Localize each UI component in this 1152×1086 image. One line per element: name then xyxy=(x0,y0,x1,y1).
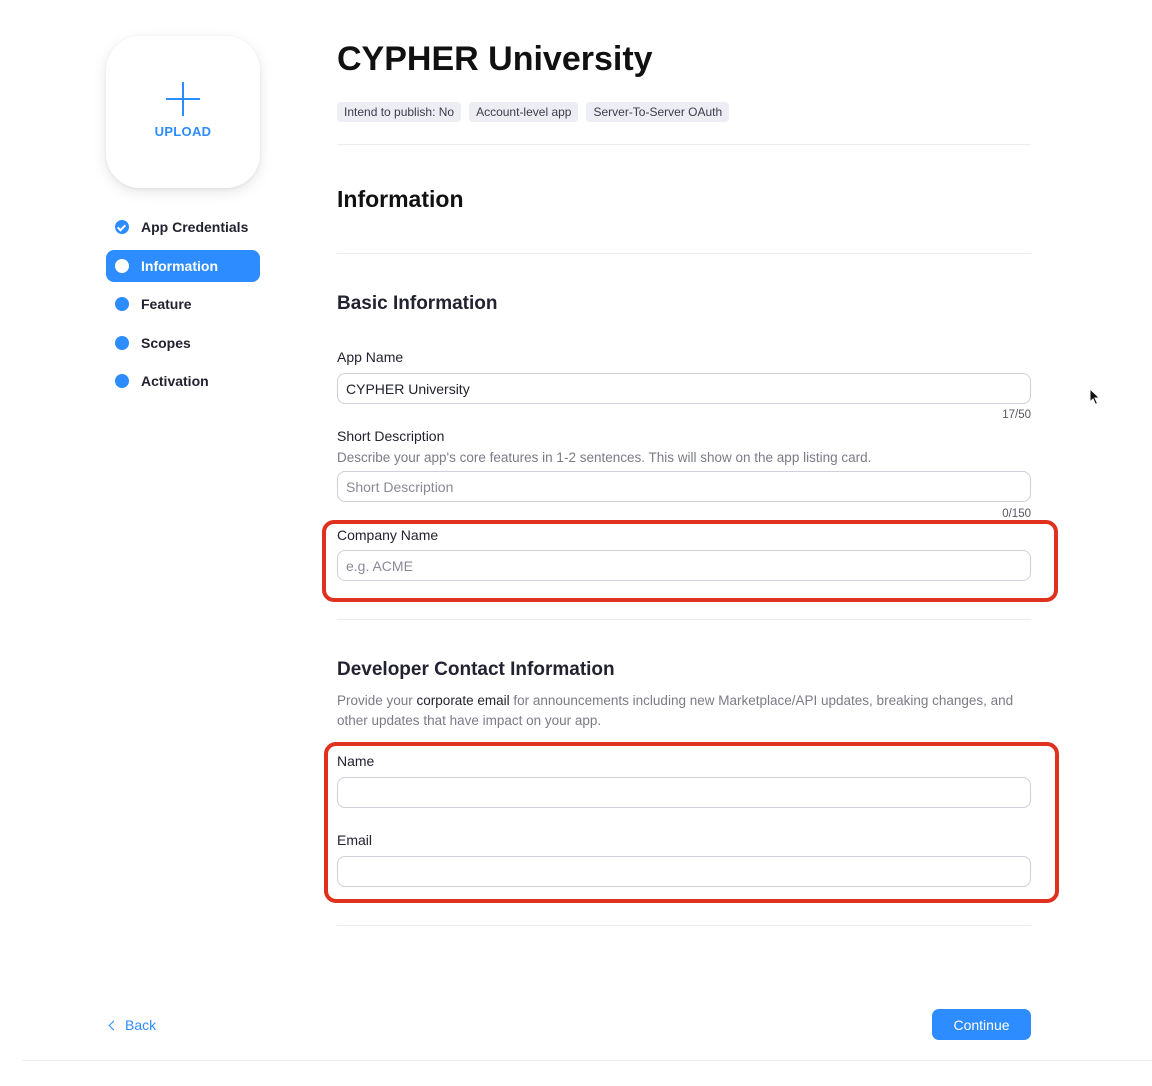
dot-icon xyxy=(115,335,129,350)
divider xyxy=(337,925,1031,926)
developer-contact-hint: Provide your corporate email for announc… xyxy=(337,691,1031,730)
highlight-company-name xyxy=(322,520,1058,602)
nav-item-label: Feature xyxy=(141,296,192,312)
app-name-label: App Name xyxy=(337,349,404,365)
back-button[interactable]: Back xyxy=(107,1017,156,1033)
tag-auth-type: Server-To-Server OAuth xyxy=(586,102,730,122)
dot-icon xyxy=(115,258,129,273)
dot-icon xyxy=(115,297,129,311)
upload-label: UPLOAD xyxy=(154,123,212,139)
page-title: CYPHER University xyxy=(337,40,653,78)
hint-emphasis: corporate email xyxy=(416,693,510,708)
nav-item-label: Scopes xyxy=(141,334,191,351)
divider xyxy=(337,619,1031,620)
chevron-left-icon xyxy=(108,1020,119,1030)
tag-app-level: Account-level app xyxy=(469,102,579,122)
tag-publish: Intend to publish: No xyxy=(337,102,462,122)
short-description-counter: 0/150 xyxy=(1002,508,1031,520)
app-name-input[interactable] xyxy=(337,373,1031,404)
section-title: Information xyxy=(337,186,464,212)
nav-item-app-credentials[interactable]: App Credentials xyxy=(106,211,260,243)
nav-item-information[interactable]: Information xyxy=(106,249,260,282)
basic-info-title: Basic Information xyxy=(337,293,498,314)
continue-button[interactable]: Continue xyxy=(932,1009,1031,1040)
dot-icon xyxy=(115,374,129,388)
mouse-cursor-icon xyxy=(1089,388,1101,406)
divider xyxy=(337,253,1031,254)
nav-item-scopes[interactable]: Scopes xyxy=(106,327,260,359)
check-circle-icon xyxy=(115,220,129,234)
highlight-developer-contact xyxy=(324,742,1059,903)
app-name-counter: 17/50 xyxy=(1002,409,1031,421)
divider xyxy=(337,144,1031,145)
app-tags: Intend to publish: No Account-level app … xyxy=(337,102,730,122)
short-description-hint: Describe your app's core features in 1-2… xyxy=(337,450,872,465)
short-description-label: Short Description xyxy=(337,428,445,444)
nav-item-label: App Credentials xyxy=(141,219,249,235)
step-nav: App Credentials Information Feature Scop… xyxy=(106,211,260,404)
short-description-input[interactable] xyxy=(337,471,1031,502)
nav-item-activation[interactable]: Activation xyxy=(106,365,260,397)
plus-icon xyxy=(166,81,200,116)
back-label: Back xyxy=(125,1017,157,1033)
nav-item-label: Information xyxy=(141,257,218,274)
upload-logo-button[interactable]: UPLOAD xyxy=(106,36,260,188)
nav-item-feature[interactable]: Feature xyxy=(106,288,260,320)
hint-text: Provide your xyxy=(337,693,417,708)
developer-contact-title: Developer Contact Information xyxy=(337,659,615,680)
nav-item-label: Activation xyxy=(141,373,209,389)
footer-divider xyxy=(22,1060,1152,1061)
